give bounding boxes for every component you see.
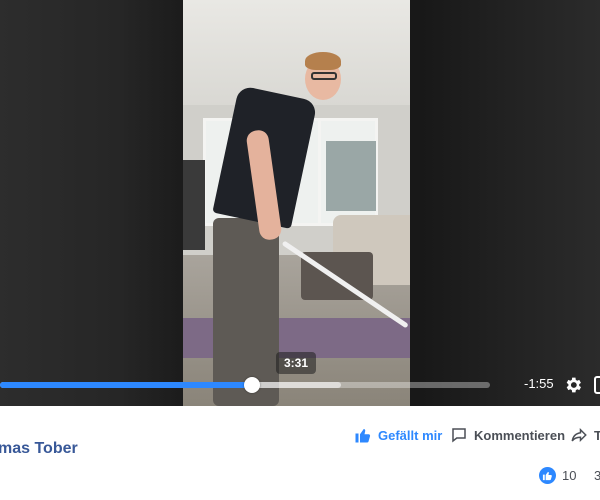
share-arrow-icon bbox=[571, 427, 587, 443]
comment-button[interactable]: Kommentieren bbox=[450, 426, 565, 444]
reaction-summary[interactable]: 10 bbox=[539, 467, 576, 484]
tv-stand bbox=[183, 160, 205, 250]
share-label: T bbox=[594, 427, 600, 443]
like-button[interactable]: Gefällt mir bbox=[354, 426, 442, 444]
comment-label: Kommentieren bbox=[474, 427, 566, 443]
seek-bar[interactable] bbox=[0, 377, 490, 393]
like-reaction-icon bbox=[539, 467, 556, 484]
video-frame[interactable] bbox=[183, 0, 410, 406]
speech-bubble-icon bbox=[452, 428, 466, 443]
seek-progress bbox=[0, 382, 253, 388]
video-player[interactable]: 3:31 -1:55 bbox=[0, 0, 600, 406]
post-author[interactable]: mas Tober bbox=[0, 440, 78, 458]
share-button[interactable]: T bbox=[570, 426, 600, 444]
seek-time-tooltip: 3:31 bbox=[276, 352, 316, 374]
remaining-time: -1:55 bbox=[524, 376, 554, 391]
person-glasses bbox=[311, 72, 337, 80]
thumbs-up-icon bbox=[355, 429, 371, 443]
fullscreen-icon[interactable] bbox=[594, 376, 600, 394]
reaction-count: 10 bbox=[562, 468, 577, 483]
room-ceiling bbox=[183, 0, 410, 105]
person-hair bbox=[305, 52, 341, 70]
comments-count[interactable]: 3 bbox=[594, 468, 600, 483]
gear-icon[interactable] bbox=[563, 375, 583, 395]
post-footer: mas Tober Gefällt mir Kommentieren T 10 … bbox=[0, 406, 600, 500]
like-label: Gefällt mir bbox=[378, 427, 443, 443]
